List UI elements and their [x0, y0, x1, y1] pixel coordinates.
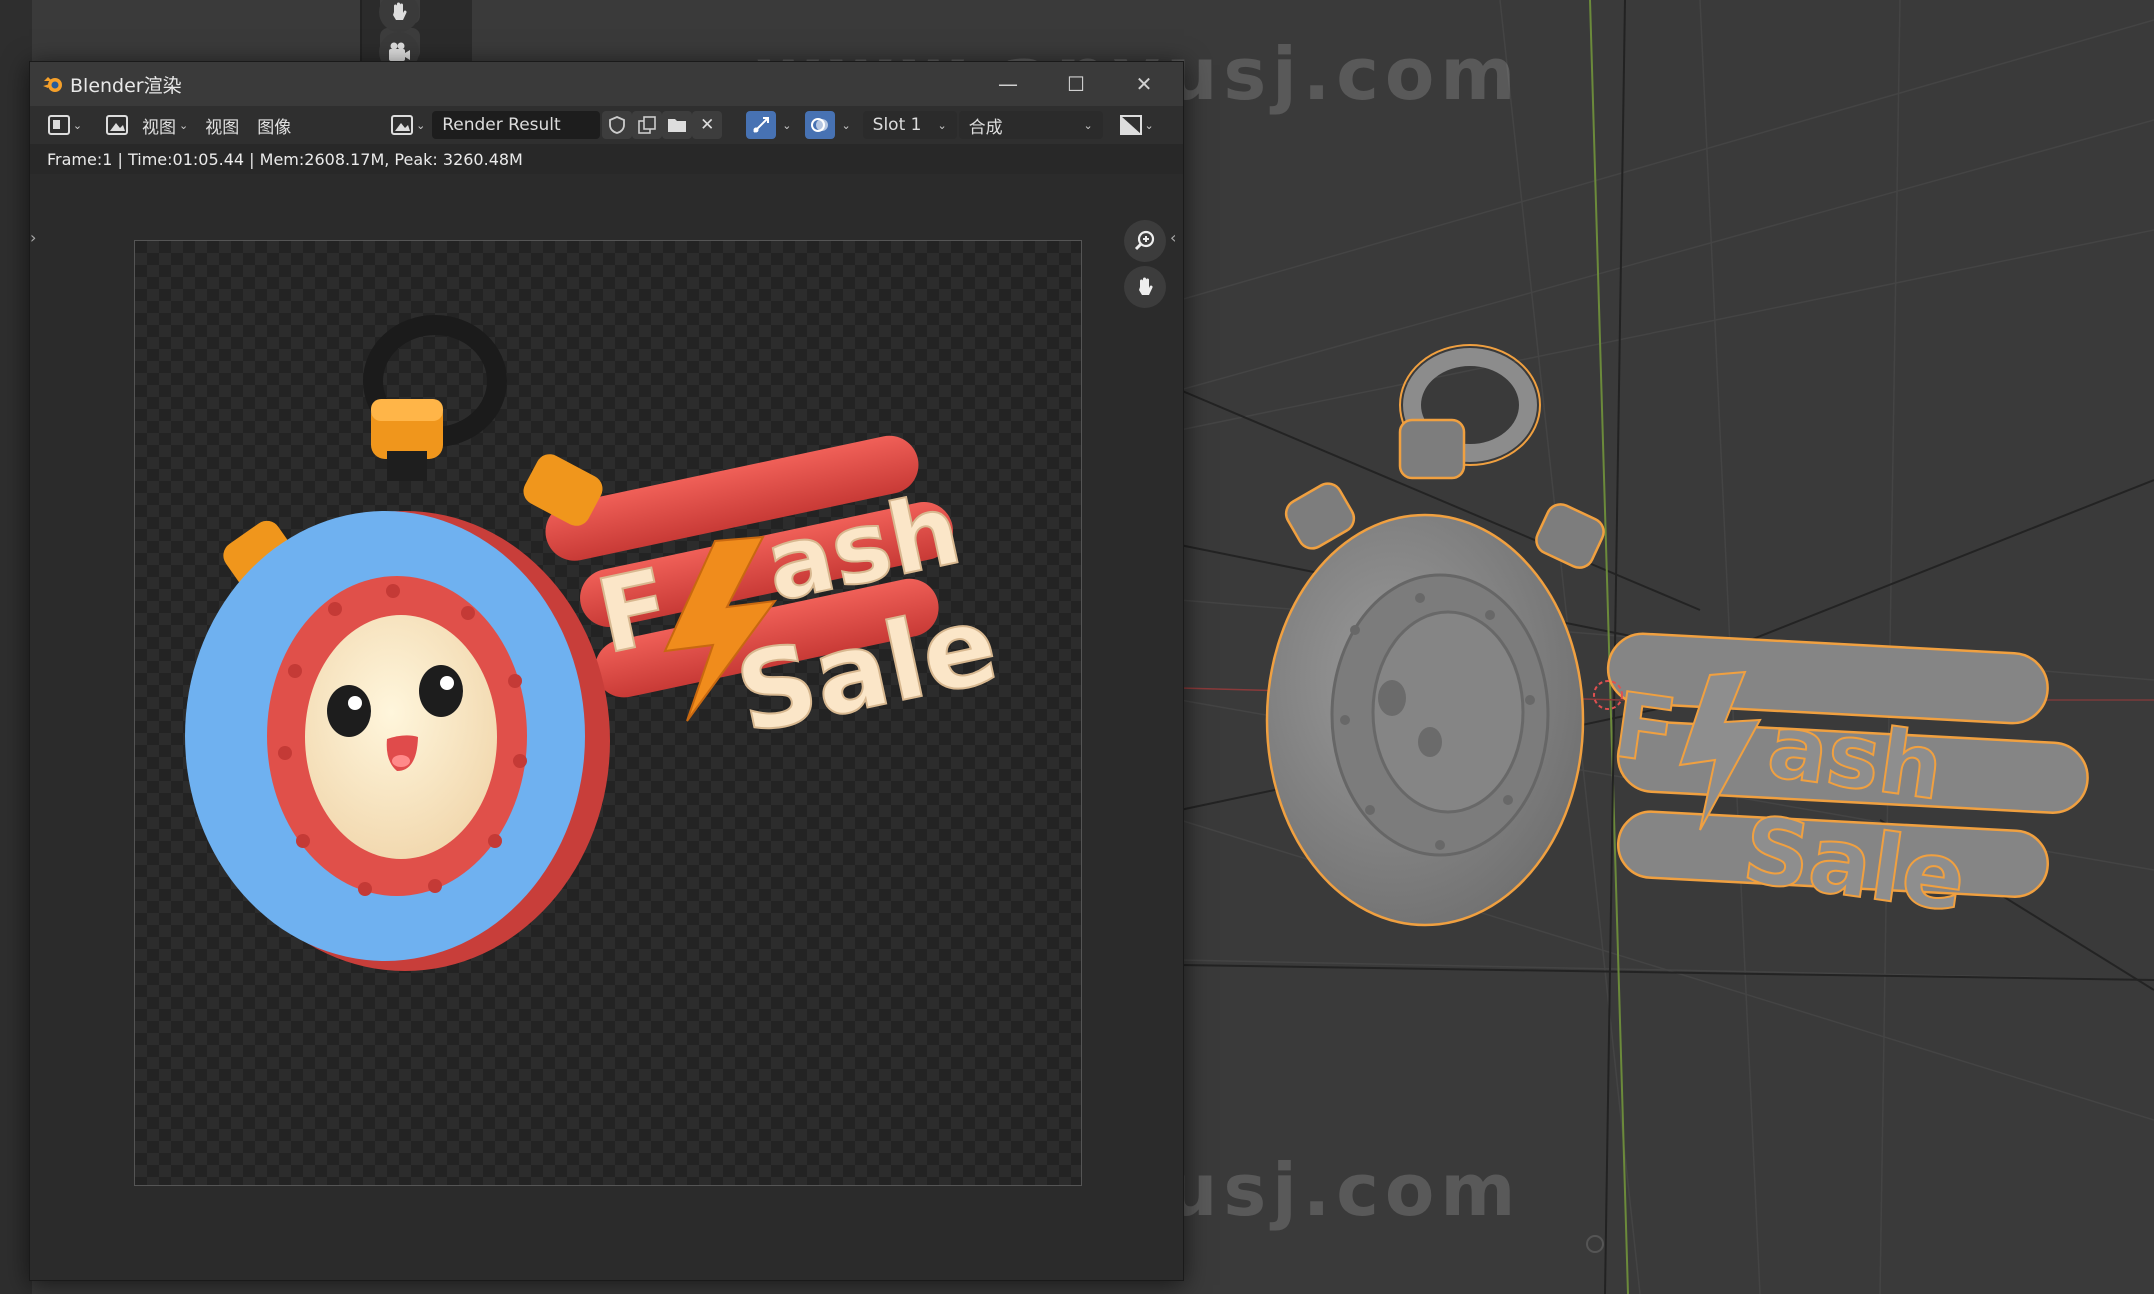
svg-text:Sale: Sale: [1737, 796, 1972, 933]
image-icon: [106, 115, 128, 135]
image-editor-header: ⌄ 视图 ⌄ 视图 图像 ⌄ Render Result ✕ ⌄ ⌄ Slot …: [30, 106, 1183, 144]
sidebar-expand-arrow[interactable]: ‹: [1170, 228, 1176, 247]
layer-select[interactable]: 合成 ⌄: [958, 111, 1103, 139]
toolbar-expand-arrow[interactable]: ›: [30, 228, 36, 247]
unlink-image-button[interactable]: ✕: [692, 111, 723, 139]
pan-button[interactable]: [1124, 266, 1166, 308]
menu-image[interactable]: 图像: [248, 113, 300, 138]
overlay-toggle-button[interactable]: [805, 111, 836, 139]
duplicate-image-button[interactable]: [632, 111, 663, 139]
render-window[interactable]: Blender渲染 — ☐ ✕ ⌄ 视图 ⌄ 视图 图像 ⌄ Render Re…: [29, 61, 1184, 1281]
overlay-icon: [811, 118, 829, 132]
dropdown-arrow: ⌄: [179, 118, 189, 132]
gizmo-toggle-button[interactable]: [746, 111, 777, 139]
render-result-image: F ash Sale: [134, 240, 1082, 1186]
close-button[interactable]: ✕: [1110, 62, 1178, 106]
blender-logo-icon: [42, 73, 64, 95]
minimize-button[interactable]: —: [974, 62, 1042, 106]
camera-icon: [389, 42, 410, 61]
image-name-field[interactable]: Render Result: [432, 111, 601, 139]
left-editor-strip: [0, 0, 32, 1294]
image-canvas[interactable]: › ‹ F ash Sale: [30, 174, 1183, 1280]
zoom-icon: [1134, 230, 1155, 251]
zoom-button[interactable]: [1124, 220, 1166, 262]
editor-type-button[interactable]: ⌄: [46, 111, 84, 139]
hand-icon: [1139, 277, 1153, 295]
folder-icon: [668, 119, 687, 132]
display-channels-button[interactable]: ⌄: [1117, 111, 1157, 139]
dropdown-arrow[interactable]: ⌄: [782, 119, 791, 132]
dropdown-arrow: ⌄: [72, 118, 83, 132]
open-image-button[interactable]: [662, 111, 693, 139]
dropdown-arrow: ⌄: [937, 118, 947, 132]
window-titlebar[interactable]: Blender渲染 — ☐ ✕: [30, 62, 1183, 106]
fake-user-button[interactable]: [602, 111, 633, 139]
layer-label: 合成: [968, 117, 1003, 138]
dropdown-arrow: ⌄: [416, 118, 426, 132]
dropdown-arrow[interactable]: ⌄: [841, 119, 850, 132]
menu-view[interactable]: 视图: [196, 113, 248, 138]
shield-icon: [609, 116, 626, 134]
slot-select[interactable]: Slot 1 ⌄: [862, 111, 957, 139]
flash-sale-render: F ash Sale: [185, 315, 1009, 971]
hand-icon: [393, 2, 407, 20]
render-status: Frame:1 | Time:01:05.44 | Mem:2608.17M, …: [30, 144, 1183, 174]
editor-type-icon: [47, 115, 70, 135]
dropdown-arrow: ⌄: [1144, 118, 1154, 132]
browse-image-button[interactable]: ⌄: [388, 111, 428, 139]
dropdown-arrow: ⌄: [1083, 118, 1093, 132]
maximize-button[interactable]: ☐: [1042, 62, 1110, 106]
image-icon: [391, 115, 414, 135]
gizmo-icon: [753, 117, 770, 133]
view-mode-button[interactable]: [94, 111, 140, 139]
slot-label: Slot 1: [872, 115, 922, 135]
display-channels-icon: [1119, 115, 1142, 135]
window-title: Blender渲染: [70, 74, 182, 97]
duplicate-icon: [638, 116, 657, 134]
